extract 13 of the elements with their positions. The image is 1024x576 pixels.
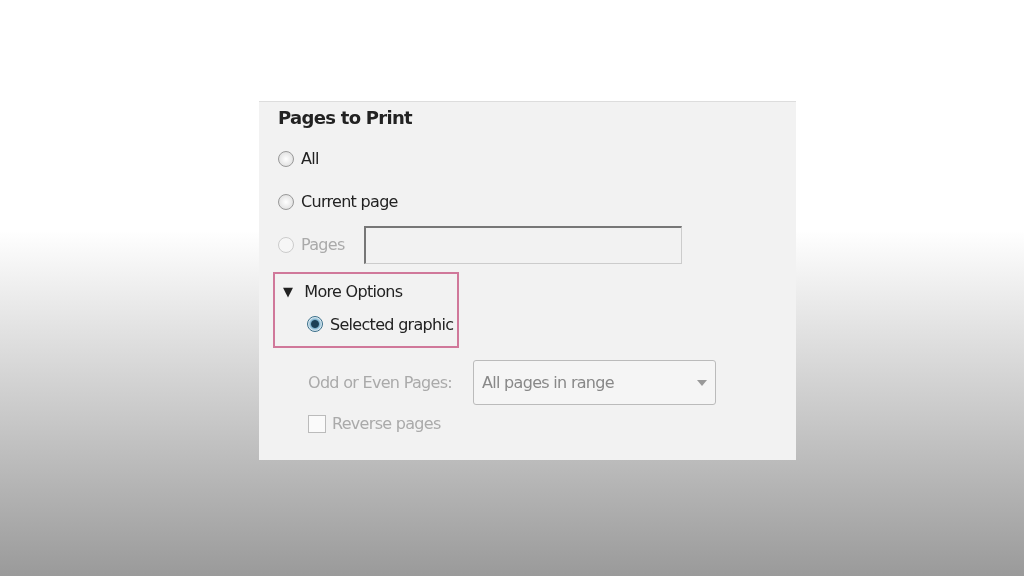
radio-label: Pages bbox=[301, 235, 345, 254]
section-title: Pages to Print bbox=[278, 107, 414, 130]
radio-button[interactable] bbox=[307, 316, 323, 332]
odd-even-label: Odd or Even Pages: bbox=[308, 373, 453, 392]
checkbox-label: Reverse pages bbox=[332, 414, 441, 433]
caret-icon bbox=[697, 379, 707, 386]
radio-button[interactable] bbox=[278, 150, 294, 167]
radio-button[interactable] bbox=[278, 193, 294, 210]
radio-label: Selected graphic bbox=[330, 314, 454, 334]
radio-label: All bbox=[301, 149, 319, 168]
more-options-label: More Options bbox=[304, 281, 403, 301]
radio-label: Current page bbox=[301, 192, 398, 211]
expand-toggle-icon[interactable]: ▼ bbox=[283, 283, 293, 299]
